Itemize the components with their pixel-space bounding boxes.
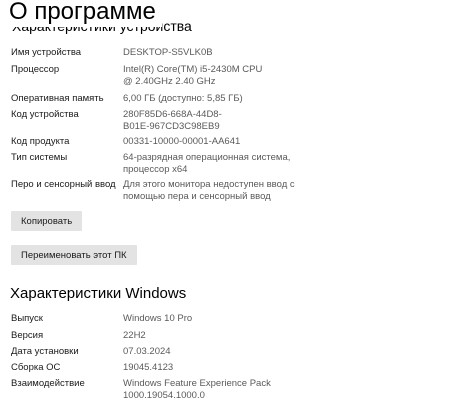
- spec-value: 19045.4123: [123, 362, 174, 373]
- spec-label: Имя устройства: [11, 47, 82, 58]
- spec-value: 6,00 ГБ (доступно: 5,85 ГБ): [123, 93, 243, 104]
- spec-label: Версия: [11, 330, 44, 341]
- spec-value: 00331-10000-00001-AA641: [123, 136, 241, 147]
- spec-value: Intel(R) Core(TM) i5-2430M CPU @ 2.40GHz…: [123, 64, 263, 87]
- spec-value: 280F85D6-668A-44D8-B01E-967CD3C98EB9: [123, 109, 222, 132]
- spec-label: Код продукта: [11, 136, 70, 147]
- spec-value: DESKTOP-S5VLK0B: [123, 47, 213, 58]
- spec-label: Перо и сенсорный ввод: [11, 179, 116, 190]
- spec-value: Windows 10 Pro: [123, 313, 193, 324]
- spec-label: Дата установки: [11, 346, 79, 357]
- spec-value: 22H2: [123, 330, 146, 341]
- spec-label: Взаимодействие: [11, 378, 85, 389]
- page-title: О программе: [9, 0, 162, 27]
- spec-value: Для этого монитора недоступен ввод с пом…: [123, 179, 295, 202]
- spec-label: Сборка ОС: [11, 362, 61, 373]
- spec-label: Выпуск: [11, 313, 43, 324]
- spec-value: 64-разрядная операционная система, проце…: [123, 152, 291, 175]
- spec-value: Windows Feature Experience Pack 1000.190…: [123, 378, 271, 401]
- windows-specs-heading: Характеристики Windows: [10, 285, 187, 302]
- spec-label: Тип системы: [11, 152, 68, 163]
- copy-button[interactable]: Копировать: [11, 211, 83, 231]
- spec-label: Код устройства: [11, 109, 79, 120]
- spec-value: 07.03.2024: [123, 346, 171, 357]
- rename-pc-button[interactable]: Переименовать этот ПК: [11, 245, 137, 265]
- spec-label: Оперативная память: [11, 93, 104, 104]
- spec-label: Процессор: [11, 64, 60, 75]
